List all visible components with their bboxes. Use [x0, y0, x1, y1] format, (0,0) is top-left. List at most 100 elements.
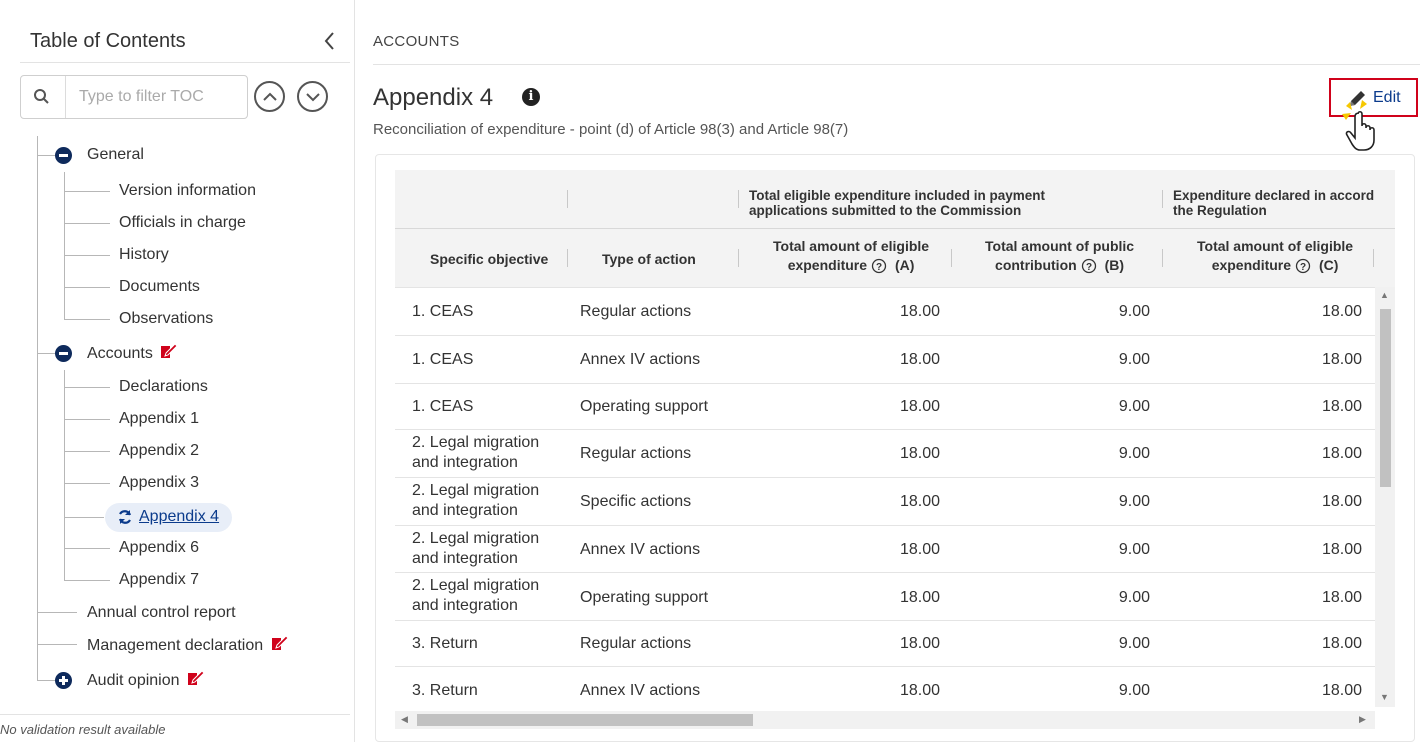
- table-row: 2. Legal migration and integration Specif…: [395, 477, 1375, 525]
- table-row: 2. Legal migration and integration Annex …: [395, 525, 1375, 572]
- scroll-right-icon[interactable]: ▶: [1359, 714, 1366, 725]
- divider: [0, 714, 350, 715]
- toc-item-general[interactable]: General: [87, 145, 144, 165]
- cell-specific-objective: 2. Legal migration and integration: [412, 434, 540, 471]
- divider: [373, 64, 1420, 65]
- cell-value-c: 18.00: [1321, 351, 1362, 368]
- toc-filter-input[interactable]: [79, 76, 244, 118]
- tree-line: [37, 353, 55, 354]
- toc-item-accounts[interactable]: Accounts: [87, 343, 178, 364]
- cell-specific-objective: 1. CEAS: [412, 303, 474, 320]
- toc-item-appendix-2[interactable]: Appendix 2: [119, 441, 199, 461]
- toc-item-declarations[interactable]: Declarations: [119, 377, 208, 397]
- toc-item-appendix-6[interactable]: Appendix 6: [119, 538, 199, 558]
- chevron-up-icon: [263, 92, 277, 101]
- toc-item-appendix-4-active[interactable]: Appendix 4: [105, 503, 232, 532]
- toc-item-appendix-1[interactable]: Appendix 1: [119, 409, 199, 429]
- expand-icon[interactable]: [55, 672, 72, 689]
- scroll-left-icon[interactable]: ◀: [401, 714, 408, 725]
- column-separator: [1162, 190, 1163, 208]
- tree-line: [37, 680, 55, 681]
- cell-specific-objective: 1. CEAS: [412, 351, 474, 368]
- toc-item-documents[interactable]: Documents: [119, 277, 200, 297]
- scroll-down-icon[interactable]: ▼: [1380, 692, 1389, 702]
- table-row: 1. CEAS Annex IV actions 18.00 9.00 18.0…: [395, 335, 1375, 383]
- cell-specific-objective: 2. Legal migration and integration: [412, 577, 540, 614]
- cell-value-c: 18.00: [1321, 493, 1362, 510]
- toc-item-appendix-3[interactable]: Appendix 3: [119, 473, 199, 493]
- cell-value-b: 9.00: [1118, 635, 1150, 652]
- column-header-type-of-action: Type of action: [602, 251, 696, 267]
- scroll-up-icon[interactable]: ▲: [1380, 290, 1389, 300]
- collapse-icon[interactable]: [55, 147, 72, 164]
- cell-value-c: 18.00: [1321, 541, 1362, 558]
- toc-item-history[interactable]: History: [119, 245, 169, 265]
- tree-line: [37, 644, 77, 645]
- cell-type-of-action: Regular actions: [580, 635, 692, 652]
- cell-value-b: 9.00: [1118, 445, 1150, 462]
- reconciliation-table: Total eligible expenditure included in p…: [395, 170, 1395, 706]
- cell-specific-objective: 1. CEAS: [412, 398, 474, 415]
- column-separator: [951, 249, 952, 267]
- tree-line: [37, 155, 55, 156]
- divider: [20, 62, 350, 63]
- divider: [65, 76, 66, 118]
- toc-item-audit-opinion[interactable]: Audit opinion: [87, 670, 205, 691]
- cell-value-a: 18.00: [899, 351, 940, 368]
- toc-item-management-declaration[interactable]: Management declaration: [87, 635, 289, 656]
- cell-value-c: 18.00: [1321, 398, 1362, 415]
- toc-item-observations[interactable]: Observations: [119, 309, 213, 329]
- cell-value-b: 9.00: [1118, 493, 1150, 510]
- table-row: 2. Legal migration and integration Regula…: [395, 429, 1375, 477]
- tree-line: [37, 136, 38, 680]
- chevron-down-icon: [306, 93, 320, 102]
- cell-value-b: 9.00: [1118, 589, 1150, 606]
- svg-text:?: ?: [876, 262, 882, 273]
- help-icon[interactable]: ?: [871, 258, 887, 274]
- tree-line: [64, 451, 110, 452]
- cell-specific-objective: 3. Return: [412, 682, 478, 699]
- horizontal-scrollbar[interactable]: ◀ ▶: [395, 711, 1375, 729]
- page-title: Appendix 4: [373, 84, 494, 111]
- help-icon[interactable]: ?: [1295, 258, 1311, 274]
- tree-line: [64, 580, 110, 581]
- page-subtitle: Reconciliation of expenditure - point (d…: [373, 121, 849, 138]
- cell-value-c: 18.00: [1321, 635, 1362, 652]
- cell-value-a: 18.00: [899, 398, 940, 415]
- tree-line: [64, 172, 65, 320]
- table-row: 2. Legal migration and integration Operat…: [395, 572, 1375, 620]
- vertical-scrollbar[interactable]: ▲ ▼: [1375, 287, 1395, 707]
- cell-value-c: 18.00: [1321, 589, 1362, 606]
- cell-value-b: 9.00: [1118, 541, 1150, 558]
- cell-type-of-action: Annex IV actions: [580, 541, 701, 558]
- cell-type-of-action: Regular actions: [580, 303, 692, 320]
- tree-line: [64, 255, 110, 256]
- cell-value-a: 18.00: [899, 541, 940, 558]
- search-icon: [33, 88, 51, 106]
- svg-text:?: ?: [1086, 262, 1092, 273]
- next-match-button[interactable]: [297, 81, 328, 112]
- column-header-public-contribution-b: Total amount of public contribution? (B): [985, 238, 1135, 274]
- info-icon[interactable]: i: [522, 88, 540, 106]
- cell-type-of-action: Specific actions: [580, 493, 692, 510]
- scrollbar-thumb[interactable]: [1380, 309, 1391, 487]
- tree-line: [64, 517, 104, 518]
- tree-line: [64, 191, 110, 192]
- column-separator: [567, 249, 568, 267]
- chevron-left-icon[interactable]: [322, 30, 336, 57]
- scrollbar-thumb[interactable]: [417, 714, 753, 726]
- tree-line: [64, 387, 110, 388]
- previous-match-button[interactable]: [254, 81, 285, 112]
- toc-search: [20, 75, 248, 119]
- column-header-eligible-expenditure-c: Total amount of eligible expenditure? (C…: [1197, 238, 1354, 274]
- cell-value-a: 18.00: [899, 589, 940, 606]
- toc-item-officials-in-charge[interactable]: Officials in charge: [119, 213, 246, 233]
- table-row: 1. CEAS Regular actions 18.00 9.00 18.00: [395, 287, 1375, 335]
- toc-item-appendix-7[interactable]: Appendix 7: [119, 570, 199, 590]
- breadcrumb: ACCOUNTS: [373, 33, 460, 50]
- help-icon[interactable]: ?: [1081, 258, 1097, 274]
- collapse-icon[interactable]: [55, 345, 72, 362]
- cell-value-b: 9.00: [1118, 398, 1150, 415]
- toc-item-annual-control-report[interactable]: Annual control report: [87, 603, 236, 623]
- toc-item-version-information[interactable]: Version information: [119, 181, 256, 201]
